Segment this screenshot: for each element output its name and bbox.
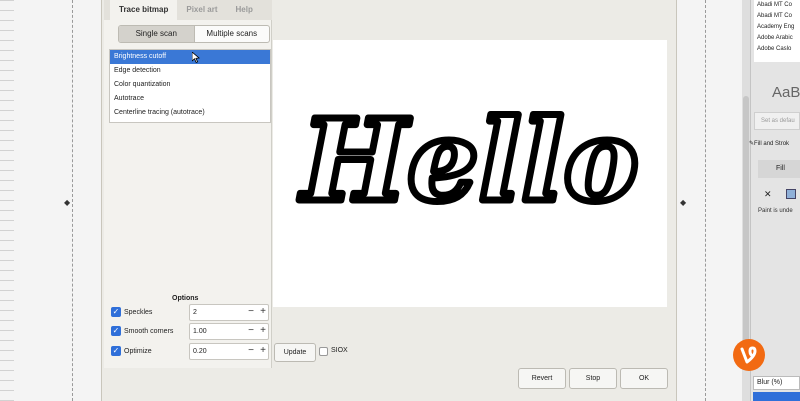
paint-undefined-text: Paint is unde bbox=[758, 208, 793, 214]
siox-checkbox[interactable] bbox=[319, 347, 328, 356]
optimize-checkbox[interactable]: ✓ bbox=[111, 346, 121, 356]
font-list: Abadi MT Co Abadi MT Co Academy Eng Adob… bbox=[754, 0, 800, 62]
optimize-increment-icon[interactable]: + bbox=[257, 344, 269, 359]
vertical-ruler bbox=[0, 0, 14, 401]
trace-settings-panel: Trace bitmap Pixel art Help Single scan … bbox=[104, 0, 272, 368]
scan-mode-toggle: Single scan Multiple scans bbox=[118, 25, 270, 43]
mode-color-quantization[interactable]: Color quantization bbox=[110, 78, 270, 92]
blur-field[interactable]: Blur (%) bbox=[753, 376, 800, 390]
tab-help[interactable]: Help bbox=[227, 0, 262, 20]
hello-handwriting-image: Hello bbox=[295, 93, 642, 231]
blur-slider[interactable] bbox=[753, 392, 800, 401]
optimize-input[interactable]: 0.20 bbox=[193, 344, 241, 359]
resize-handle-left-icon[interactable]: ◆ bbox=[64, 199, 70, 207]
dock-scroll-thumb[interactable] bbox=[743, 96, 749, 356]
smooth-corners-spinner: 1.00 − + bbox=[189, 323, 269, 340]
smooth-corners-decrement-icon[interactable]: − bbox=[245, 324, 257, 339]
speckles-label: Speckles bbox=[124, 309, 153, 316]
mode-brightness-cutoff[interactable]: Brightness cutoff bbox=[110, 50, 270, 64]
set-as-default-button[interactable]: Set as defau bbox=[754, 112, 800, 130]
font-item[interactable]: Abadi MT Co bbox=[754, 0, 800, 11]
no-paint-icon[interactable]: ✕ bbox=[764, 189, 772, 200]
speckles-row: ✓ Speckles 2 − + bbox=[111, 304, 273, 321]
preview-text: Hello bbox=[299, 96, 639, 227]
font-item[interactable]: Academy Eng bbox=[754, 22, 800, 33]
optimize-row: ✓ Optimize 0.20 − + bbox=[111, 343, 273, 360]
page-border-right bbox=[705, 0, 706, 401]
fill-and-stroke-label[interactable]: ✎Fill and Strok bbox=[749, 140, 789, 147]
vine-logo-icon bbox=[733, 339, 765, 371]
tab-trace-bitmap[interactable]: Trace bitmap bbox=[110, 0, 178, 20]
smooth-corners-row: ✓ Smooth corners 1.00 − + bbox=[111, 323, 273, 340]
mode-centerline-tracing[interactable]: Centerline tracing (autotrace) bbox=[110, 106, 270, 120]
smooth-corners-label: Smooth corners bbox=[124, 328, 174, 335]
font-preview: AaB bbox=[772, 84, 800, 101]
trace-mode-list: Brightness cutoff Edge detection Color q… bbox=[109, 49, 271, 123]
font-item[interactable]: Abadi MT Co bbox=[754, 11, 800, 22]
speckles-decrement-icon[interactable]: − bbox=[245, 305, 257, 320]
resize-handle-right-icon[interactable]: ◆ bbox=[680, 199, 686, 207]
siox-label: SIOX bbox=[331, 347, 348, 354]
single-scan-button[interactable]: Single scan bbox=[119, 26, 195, 42]
page-border-left bbox=[72, 0, 73, 401]
smooth-corners-checkbox[interactable]: ✓ bbox=[111, 326, 121, 336]
ok-button[interactable]: OK bbox=[620, 368, 668, 389]
tab-pixel-art[interactable]: Pixel art bbox=[177, 0, 226, 20]
speckles-input[interactable]: 2 bbox=[193, 305, 241, 320]
trace-bitmap-dialog: Trace bitmap Pixel art Help Single scan … bbox=[101, 0, 677, 401]
speckles-increment-icon[interactable]: + bbox=[257, 305, 269, 320]
speckles-checkbox[interactable]: ✓ bbox=[111, 307, 121, 317]
font-item[interactable]: Adobe Arabic bbox=[754, 33, 800, 44]
multiple-scans-button[interactable]: Multiple scans bbox=[195, 26, 270, 42]
tab-fill[interactable]: Fill bbox=[758, 160, 800, 178]
revert-button[interactable]: Revert bbox=[518, 368, 566, 389]
options-heading: Options bbox=[172, 295, 199, 302]
optimize-decrement-icon[interactable]: − bbox=[245, 344, 257, 359]
optimize-spinner: 0.20 − + bbox=[189, 343, 269, 360]
vine-logo-mark bbox=[740, 346, 757, 364]
update-button[interactable]: Update bbox=[274, 343, 316, 362]
mouse-pointer-icon bbox=[192, 52, 200, 63]
trace-preview: Hello bbox=[273, 40, 667, 307]
speckles-spinner: 2 − + bbox=[189, 304, 269, 321]
mode-autotrace[interactable]: Autotrace bbox=[110, 92, 270, 106]
mode-edge-detection[interactable]: Edge detection bbox=[110, 64, 270, 78]
optimize-label: Optimize bbox=[124, 348, 152, 355]
smooth-corners-increment-icon[interactable]: + bbox=[257, 324, 269, 339]
font-item[interactable]: Adobe Caslo bbox=[754, 44, 800, 55]
fill-and-stroke-text: Fill and Strok bbox=[754, 141, 790, 147]
stop-button[interactable]: Stop bbox=[569, 368, 617, 389]
tab-bar: Trace bitmap Pixel art Help bbox=[104, 0, 272, 20]
smooth-corners-input[interactable]: 1.00 bbox=[193, 324, 241, 339]
flat-color-icon[interactable] bbox=[786, 189, 796, 199]
